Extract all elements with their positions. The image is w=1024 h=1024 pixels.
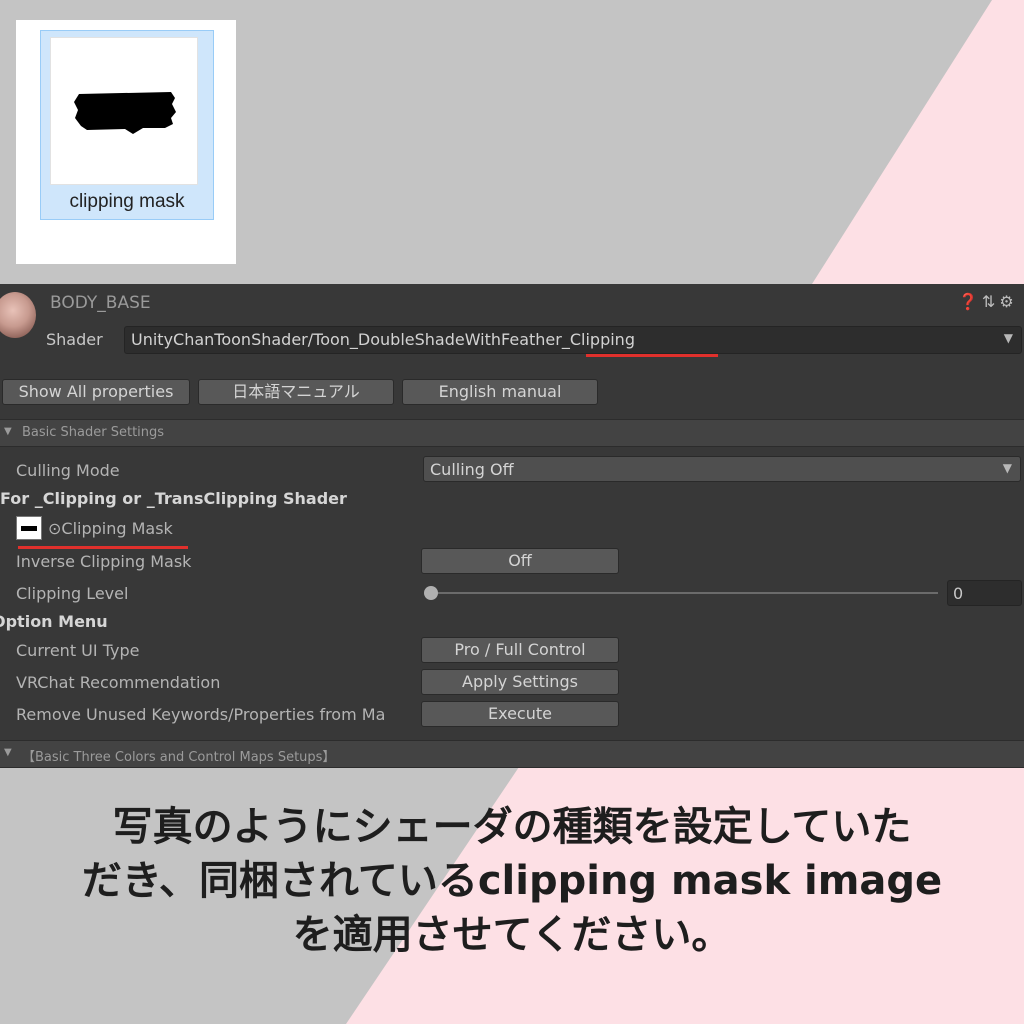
clipping-level-label: Clipping Level [16,584,129,603]
foldout-arrow-icon: ▼ [4,426,12,437]
clipping-heading: For _Clipping or _TransClipping Shader [0,489,347,508]
show-all-properties-button[interactable]: Show All properties [2,379,190,405]
caption-line-3: を適用させてください。 [292,912,732,958]
highlight-underline-shader [586,354,718,357]
culling-mode-label: Culling Mode [16,461,120,480]
clipping-mask-texture-icon [50,37,198,185]
shader-dropdown[interactable]: UnityChanToonShader/Toon_DoubleShadeWith… [124,326,1022,354]
inverse-clipping-mask-label: Inverse Clipping Mask [16,552,192,571]
caption-line-1: 写真のようにシェーダの種類を設定していた [112,804,912,850]
material-inspector: BODY_BASE ❓⇅⚙ Shader UnityChanToonShader… [0,284,1024,768]
vrchat-recommendation-label: VRChat Recommendation [16,673,221,692]
shader-value: UnityChanToonShader/Toon_DoubleShadeWith… [131,330,635,349]
clipping-level-slider[interactable] [430,592,938,594]
header-icons: ❓⇅⚙ [958,292,1018,311]
clipping-mask-label: ⊙Clipping Mask [48,519,173,538]
material-sphere-icon [0,292,36,338]
clipping-level-slider-handle[interactable] [424,586,438,600]
english-manual-button[interactable]: English manual [402,379,598,405]
clipping-level-field[interactable]: 0 [947,580,1022,606]
current-ui-type-label: Current UI Type [16,641,140,660]
help-icon[interactable]: ❓ [958,292,982,311]
current-ui-type-button[interactable]: Pro / Full Control [421,637,619,663]
chevron-down-icon: ▼ [1003,331,1013,345]
settings-icon[interactable]: ⚙ [999,292,1017,311]
apply-settings-button[interactable]: Apply Settings [421,669,619,695]
shader-label: Shader [46,330,103,349]
japanese-manual-button[interactable]: 日本語マニュアル [198,379,394,405]
chevron-down-icon: ▼ [1002,461,1012,475]
execute-button[interactable]: Execute [421,701,619,727]
culling-mode-value: Culling Off [430,460,514,479]
material-name: BODY_BASE [50,293,151,313]
option-menu-heading: Option Menu [0,612,108,631]
remove-unused-label: Remove Unused Keywords/Properties from M… [16,705,386,724]
section-title: Basic Shader Settings [22,425,165,440]
caption-line-2: だき、同梱されているclipping mask image [81,858,943,904]
asset-item-clipping-mask[interactable]: clipping mask [40,30,214,220]
section-basic-shader-settings[interactable]: ▼ Basic Shader Settings [0,419,1024,447]
section-basic-three-colors[interactable]: ▼ 【Basic Three Colors and Control Maps S… [0,740,1024,768]
clipping-level-value: 0 [953,584,964,603]
inverse-clipping-mask-button[interactable]: Off [421,548,619,574]
clipping-mask-texture-slot[interactable] [16,516,42,540]
asset-label: clipping mask [69,191,185,212]
presets-icon[interactable]: ⇅ [982,292,999,311]
instruction-caption: 写真のようにシェーダの種類を設定していた だき、同梱されているclipping … [0,800,1024,962]
foldout-arrow-icon: ▼ [4,747,12,758]
culling-mode-dropdown[interactable]: Culling Off ▼ [423,456,1021,482]
highlight-underline-clipping-mask [18,546,188,549]
asset-card: clipping mask [16,20,236,264]
section-title: 【Basic Three Colors and Control Maps Set… [22,750,336,765]
